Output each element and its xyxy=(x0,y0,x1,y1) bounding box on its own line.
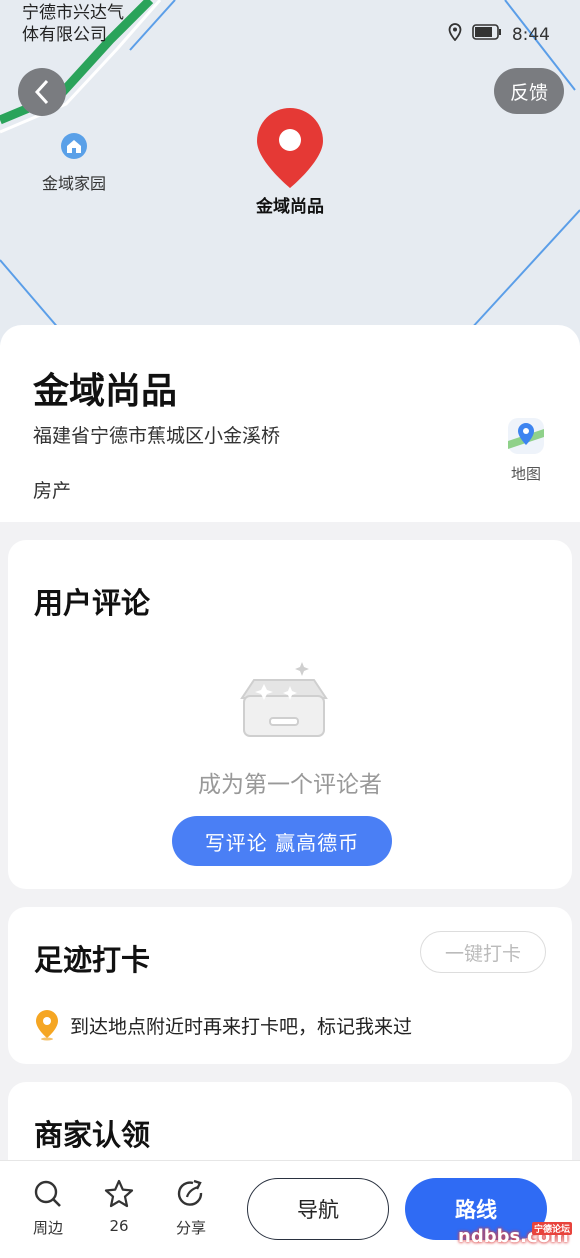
orange-location-icon xyxy=(36,1010,58,1041)
poi-nearby[interactable]: 金域家园 xyxy=(34,132,114,194)
feedback-button[interactable]: 反馈 xyxy=(494,68,564,114)
map-view[interactable]: 宁德市兴达气 体有限公司 8:44 反馈 金域家园 金域尚品 xyxy=(0,0,580,345)
location-icon xyxy=(448,23,462,46)
checkin-card: 足迹打卡 一键打卡 到达地点附近时再来打卡吧，标记我来过 xyxy=(8,907,572,1064)
place-info-card: 金域尚品 福建省宁德市蕉城区小金溪桥 房产 地图 xyxy=(0,325,580,522)
battery-icon xyxy=(472,24,502,45)
pin-label: 金域尚品 xyxy=(256,197,324,217)
status-bar: 宁德市兴达气 体有限公司 8:44 xyxy=(0,0,580,50)
place-name: 金域尚品 xyxy=(33,371,178,412)
carrier-text: 宁德市兴达气 体有限公司 xyxy=(22,3,124,45)
reviews-card: 用户评论 成为第一个评论者 写评论 赢高德币 xyxy=(8,540,572,889)
bottom-action-bar: 周边 26 分享 导航 路线 宁德论坛 ndbbs.com xyxy=(0,1160,580,1258)
map-button[interactable]: 地图 xyxy=(504,415,548,484)
chevron-left-icon xyxy=(34,79,49,105)
search-icon xyxy=(34,1180,61,1207)
merchant-title: 商家认领 xyxy=(34,1118,151,1152)
share-icon xyxy=(177,1179,203,1206)
place-address: 福建省宁德市蕉城区小金溪桥 xyxy=(33,425,281,447)
write-review-button[interactable]: 写评论 赢高德币 xyxy=(172,816,392,866)
checkin-title: 足迹打卡 xyxy=(34,943,151,977)
one-click-checkin-button[interactable]: 一键打卡 xyxy=(420,931,546,973)
navigate-button[interactable]: 导航 xyxy=(247,1178,389,1240)
favorite-tab[interactable]: 26 xyxy=(91,1179,147,1235)
checkin-tip: 到达地点附近时再来打卡吧，标记我来过 xyxy=(34,1009,412,1041)
nearby-tab[interactable]: 周边 xyxy=(20,1179,76,1238)
share-tab[interactable]: 分享 xyxy=(163,1179,219,1238)
location-pin-icon xyxy=(254,106,326,194)
map-app-icon xyxy=(508,418,544,454)
reviews-title: 用户评论 xyxy=(34,586,151,620)
back-button[interactable] xyxy=(18,68,66,116)
clock: 8:44 xyxy=(511,24,550,45)
place-category: 房产 xyxy=(33,480,72,502)
residential-poi-icon xyxy=(61,133,87,159)
empty-reviews-text: 成为第一个评论者 xyxy=(198,772,382,798)
watermark-logo: 宁德论坛 ndbbs.com xyxy=(458,1222,574,1252)
star-icon xyxy=(104,1179,134,1208)
empty-box-icon xyxy=(234,660,334,744)
